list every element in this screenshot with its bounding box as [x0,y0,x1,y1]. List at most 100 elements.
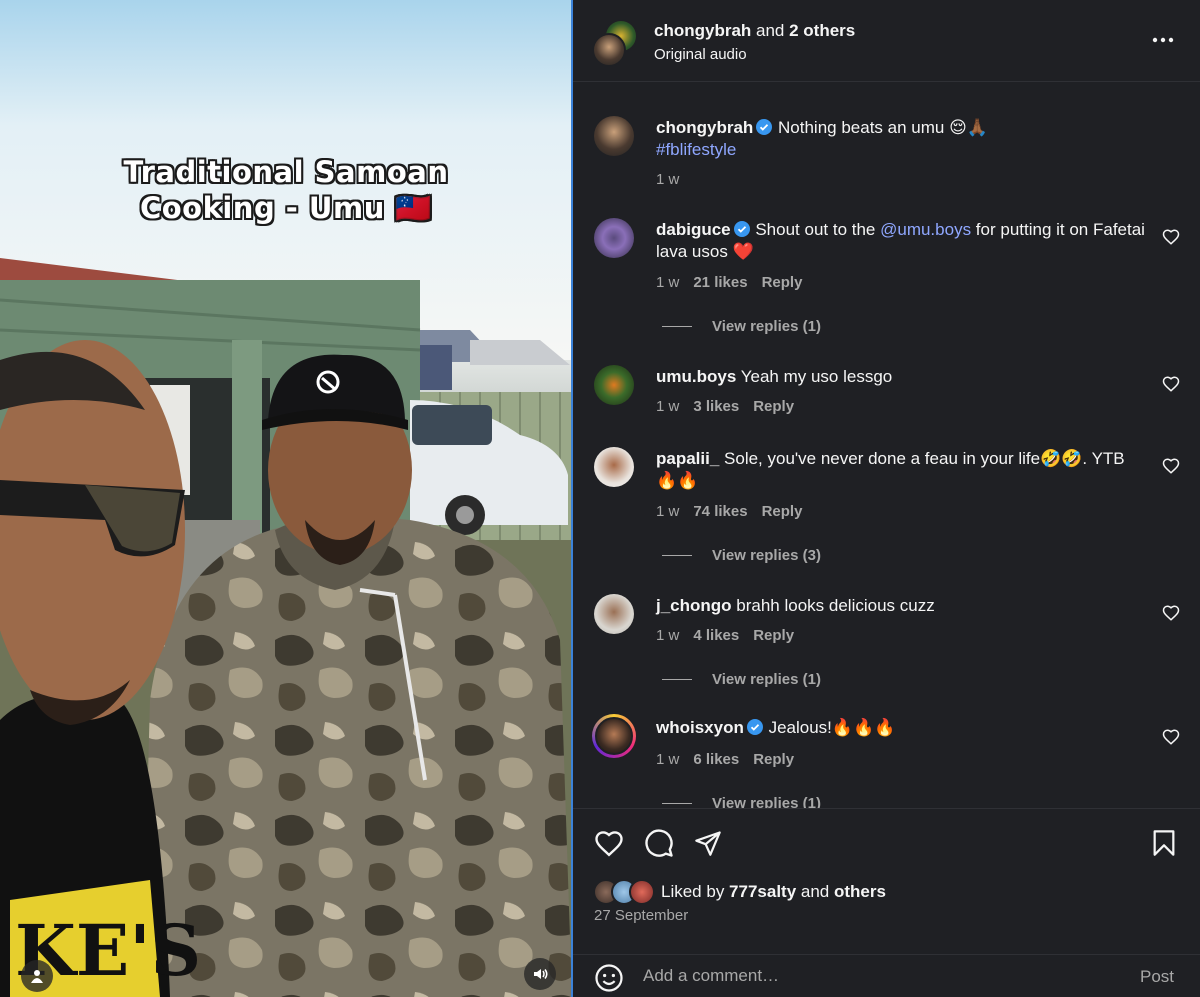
avatar [595,717,633,755]
view-replies-label: View replies (1) [712,318,821,335]
header-title[interactable]: chongybrah and 2 others [654,21,855,41]
caption-body: Nothing beats an umu 😌🙏🏾 [773,118,988,137]
comment-likes[interactable]: 74 likes [693,503,747,520]
view-replies-label: View replies (3) [712,547,821,564]
comment-meta: 1 w 3 likes Reply [656,398,808,415]
comment-meta: 1 w 21 likes Reply [656,274,816,291]
reply-button[interactable]: Reply [762,274,803,291]
verified-badge-icon [746,719,763,735]
comment-text: dabiguce Shout out to the @umu.boys for … [656,219,1146,263]
overlay-line-2: Cooking - Umu 🇼🇸 [139,191,433,225]
reel-video[interactable]: KE'S Traditional Samoan Cooking - Umu 🇼🇸 [0,0,572,997]
liked-others[interactable]: others [834,882,886,901]
header-connector: and [751,21,790,40]
comment-body: Sole, you've never done a feau in your l… [656,449,1125,490]
comment-meta: 1 w 6 likes Reply [656,751,808,768]
liked-connector: and [796,882,834,901]
post-date[interactable]: 27 September [594,907,688,924]
comment-body: brahh looks delicious cuzz [731,596,935,615]
view-replies-button[interactable]: View replies (1) [662,795,821,808]
avatar[interactable] [594,218,634,258]
comments-list[interactable]: chongybrah Nothing beats an umu 😌🙏🏾 #fbl… [573,82,1200,808]
verified-badge-icon [756,119,773,135]
post-details-panel: chongybrah and 2 others Original audio c… [573,0,1200,997]
save-button[interactable] [1148,827,1180,859]
comment-username[interactable]: umu.boys [656,367,736,386]
comment-body: Yeah my uso lessgo [736,367,893,386]
replies-dash [662,555,692,556]
caption-time[interactable]: 1 w [656,171,679,188]
add-comment-bar: Post [573,954,1200,997]
comment-username[interactable]: dabiguce [656,220,731,239]
liked-prefix: Liked by [661,882,730,901]
comment-time[interactable]: 1 w [656,274,679,291]
comment-username[interactable]: whoisxyon [656,718,744,737]
comment-text: whoisxyon Jealous!🔥🔥🔥 [656,717,1146,739]
avatar[interactable] [594,447,634,487]
comment-username[interactable]: j_chongo [656,596,732,615]
avatar[interactable] [594,116,634,156]
video-caption-overlay: Traditional Samoan Cooking - Umu 🇼🇸 [0,154,572,226]
liked-user[interactable]: 777salty [729,882,796,901]
caption-text: chongybrah Nothing beats an umu 😌🙏🏾 #fbl… [656,117,1146,161]
caption-hashtag[interactable]: #fblifestyle [656,140,736,159]
reply-button[interactable]: Reply [762,503,803,520]
comment-like-heart-icon[interactable] [1162,604,1180,622]
header-others[interactable]: 2 others [789,21,855,40]
reply-button[interactable]: Reply [753,398,794,415]
liked-by-avatars[interactable] [593,879,659,905]
comment-input[interactable] [643,966,1113,986]
overlay-line-1: Traditional Samoan [123,155,449,189]
audio-label[interactable]: Original audio [654,46,747,63]
post-button[interactable]: Post [1140,967,1174,987]
comment-likes[interactable]: 21 likes [693,274,747,291]
view-replies-label: View replies (1) [712,795,821,808]
comment-time[interactable]: 1 w [656,627,679,644]
reply-button[interactable]: Reply [753,751,794,768]
like-button[interactable] [593,827,625,859]
comment-likes[interactable]: 6 likes [693,751,739,768]
post-actions: Liked by 777salty and others 27 Septembe… [573,808,1200,997]
header-username[interactable]: chongybrah [654,21,751,40]
verified-badge-icon [733,221,750,237]
avatar [629,879,655,905]
sound-toggle-button[interactable] [524,958,556,990]
view-replies-button[interactable]: View replies (1) [662,318,821,335]
comment-time[interactable]: 1 w [656,751,679,768]
comment-bubble-icon [645,829,673,857]
comment-body: Jealous!🔥🔥🔥 [763,718,896,737]
view-replies-button[interactable]: View replies (1) [662,671,821,688]
more-options-button[interactable] [1150,27,1176,53]
comment-text: umu.boys Yeah my uso lessgo [656,366,1146,388]
comment-username[interactable]: papalii_ [656,449,719,468]
avatar[interactable] [594,594,634,634]
send-icon [695,831,721,856]
header-avatar-stack[interactable] [592,19,640,67]
comment-likes[interactable]: 3 likes [693,398,739,415]
comment-like-heart-icon[interactable] [1162,728,1180,746]
comment-text: j_chongo brahh looks delicious cuzz [656,595,1146,617]
video-frame-scene: KE'S [0,0,572,997]
replies-dash [662,679,692,680]
comment-like-heart-icon[interactable] [1162,375,1180,393]
comment-time[interactable]: 1 w [656,503,679,520]
liked-by-text: Liked by 777salty and others [661,882,886,902]
more-horizontal-icon [1152,37,1174,43]
avatar[interactable] [594,365,634,405]
comment-mention[interactable]: @umu.boys [880,220,971,239]
story-ring-avatar[interactable] [592,714,636,758]
caption-username[interactable]: chongybrah [656,118,753,137]
comment-meta: 1 w 4 likes Reply [656,627,808,644]
reply-button[interactable]: Reply [753,627,794,644]
comment-like-heart-icon[interactable] [1162,457,1180,475]
comment-time[interactable]: 1 w [656,398,679,415]
comment-like-heart-icon[interactable] [1162,228,1180,246]
comment-likes[interactable]: 4 likes [693,627,739,644]
view-replies-label: View replies (1) [712,671,821,688]
share-button[interactable] [692,827,724,859]
comment-button[interactable] [643,827,675,859]
bookmark-icon [1153,830,1175,856]
view-replies-button[interactable]: View replies (3) [662,547,821,564]
emoji-icon[interactable] [594,963,624,993]
tagged-people-button[interactable] [21,960,53,992]
